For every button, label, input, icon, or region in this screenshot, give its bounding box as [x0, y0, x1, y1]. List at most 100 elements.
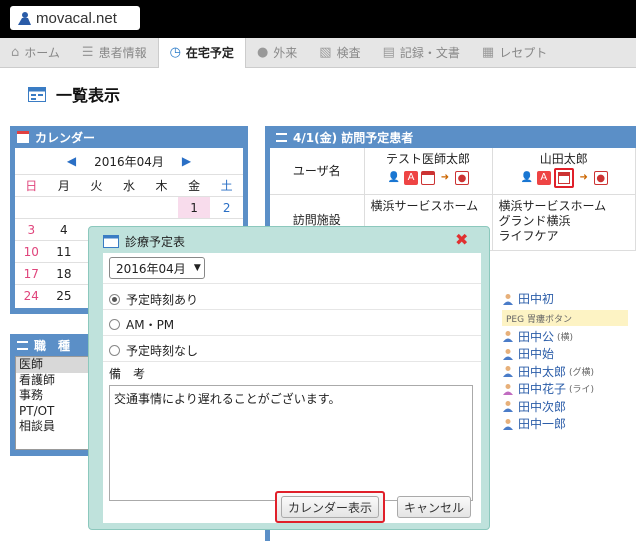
list-icon: [17, 340, 28, 350]
calendar-day[interactable]: 4: [47, 218, 81, 241]
tab-records[interactable]: ▤ 記録・文書: [372, 38, 471, 68]
logo-icon: [18, 12, 31, 25]
tab-label: レセプト: [499, 46, 548, 60]
person-icon: [502, 365, 514, 378]
patient-name: 田中公: [518, 329, 555, 344]
calendar-icon[interactable]: [421, 171, 435, 185]
logo[interactable]: movacal.net: [10, 6, 140, 30]
print-icon[interactable]: ●: [455, 171, 469, 185]
schedule-dialog: 診療予定表 ✖ 2016年04月 ▼ 予定時刻あり AM・PM 予定時刻なし 備…: [88, 226, 490, 530]
radio-icon[interactable]: [109, 319, 120, 330]
dialog-title-bar: 診療予定表: [103, 233, 185, 250]
tab-receipt[interactable]: ▦ レセプト: [471, 38, 558, 68]
divider: [103, 335, 481, 336]
job-type-title: 職 種: [34, 338, 71, 353]
job-type-item[interactable]: PT/OT: [16, 404, 96, 420]
radio-icon[interactable]: [109, 294, 120, 305]
tab-patients[interactable]: ☰ 患者情報: [71, 38, 158, 68]
weekday-header: 金: [177, 174, 211, 197]
calendar-day[interactable]: 25: [47, 284, 81, 307]
prev-month-icon[interactable]: ◀: [67, 154, 76, 168]
visit-header: 4/1(金) 訪問予定患者: [270, 126, 636, 148]
patients-icon: ☰: [81, 45, 94, 60]
patient-note: (グ横): [569, 367, 595, 378]
calendar-day[interactable]: 17: [15, 262, 48, 285]
pdf-icon[interactable]: A: [404, 171, 418, 185]
tab-label: 在宅予定: [185, 46, 234, 60]
top-bar: movacal.net: [0, 0, 636, 38]
calendar-day[interactable]: 2: [210, 196, 243, 219]
patient-name: 田中次郎: [518, 399, 567, 414]
patient-note: (横): [557, 332, 574, 343]
calendar-day[interactable]: 10: [15, 240, 48, 263]
calendar-day[interactable]: 3: [15, 218, 48, 241]
home-icon: ⌂: [11, 45, 20, 60]
visit-title: 4/1(金) 訪問予定患者: [293, 130, 414, 145]
calendar-day[interactable]: 24: [15, 284, 48, 307]
calendar-day[interactable]: 11: [47, 240, 81, 263]
cancel-button[interactable]: キャンセル: [397, 496, 471, 518]
calendar-icon[interactable]: [553, 168, 574, 188]
person-icon: [502, 418, 514, 430]
tab-exam[interactable]: ▧ 検査: [308, 38, 371, 68]
calendar-display-button[interactable]: カレンダー表示: [275, 491, 385, 523]
option-am-pm[interactable]: AM・PM: [109, 316, 174, 333]
person-icon: [502, 330, 514, 343]
calendar-day[interactable]: 1: [177, 196, 211, 219]
job-type-item[interactable]: 医師: [16, 357, 96, 373]
patient-note: (ライ): [569, 385, 595, 396]
doctor-name: テスト医師太郎: [385, 152, 470, 166]
remark-textarea[interactable]: 交通事情により遅れることがございます。: [109, 385, 473, 501]
next-month-icon[interactable]: ▶: [182, 154, 191, 168]
patient-item[interactable]: 田中次郎: [502, 398, 594, 416]
divider: [103, 283, 481, 284]
option-no-time[interactable]: 予定時刻なし: [109, 342, 198, 359]
patient-icon[interactable]: 👤: [520, 171, 534, 185]
option-label: 予定時刻あり: [126, 293, 199, 307]
patient-item[interactable]: 田中始: [502, 345, 594, 363]
patient-item[interactable]: 田中一郎: [502, 415, 594, 433]
calendar-day: [145, 196, 178, 219]
facility-name: 横浜サービスホーム: [498, 198, 607, 213]
dialog-title: 診療予定表: [125, 235, 186, 249]
tab-label: 外来: [273, 46, 298, 60]
export-icon[interactable]: ➜: [438, 171, 452, 185]
calendar-day[interactable]: 18: [47, 262, 81, 285]
patient-name: 田中初: [518, 292, 555, 307]
facility-name: グランド横浜: [498, 213, 571, 228]
tab-label: 検査: [336, 46, 361, 60]
patient-item[interactable]: 田中公 (横): [502, 328, 594, 346]
calendar-header: カレンダー: [15, 126, 243, 148]
list-view-icon: [28, 86, 46, 102]
option-with-time[interactable]: 予定時刻あり: [109, 291, 198, 308]
patient-name: 田中太郎: [518, 364, 567, 379]
print-icon[interactable]: ●: [593, 171, 608, 185]
export-icon[interactable]: ➜: [577, 171, 591, 185]
doctor-column: 山田太郎 👤 A ➜ ●: [492, 148, 636, 195]
tab-label: 記録・文書: [399, 46, 460, 60]
facility-name: 横浜サービスホーム: [370, 198, 479, 213]
job-type-list[interactable]: 医師 看護師 事務 PT/OT 相談員: [15, 356, 97, 450]
tab-home[interactable]: ⌂ ホーム: [0, 38, 71, 68]
patient-icon[interactable]: 👤: [387, 171, 401, 185]
tab-home-visit[interactable]: ◷ 在宅予定: [157, 37, 246, 68]
patient-name: 田中花子: [518, 382, 567, 397]
pdf-icon[interactable]: A: [536, 171, 551, 185]
page-heading: 一覧表示: [28, 82, 120, 106]
job-type-item[interactable]: 看護師: [16, 373, 96, 389]
patient-name: 田中一郎: [518, 417, 567, 432]
job-type-header: 職 種: [15, 334, 97, 356]
receipt-icon: ▦: [481, 45, 495, 60]
user-name-label: ユーザ名: [270, 148, 365, 195]
radio-icon[interactable]: [109, 345, 120, 356]
calendar-day: [15, 196, 48, 219]
patient-item[interactable]: 田中太郎 (グ横): [502, 363, 594, 381]
month-select[interactable]: 2016年04月 ▼: [109, 257, 205, 279]
job-type-item[interactable]: 相談員: [16, 419, 96, 435]
close-icon[interactable]: ✖: [455, 232, 468, 248]
patient-name: 田中始: [518, 347, 555, 362]
patient-item[interactable]: 田中初: [502, 290, 594, 308]
patient-item[interactable]: 田中花子 (ライ): [502, 380, 594, 398]
tab-outpatient[interactable]: ● 外来: [246, 38, 308, 68]
job-type-item[interactable]: 事務: [16, 388, 96, 404]
